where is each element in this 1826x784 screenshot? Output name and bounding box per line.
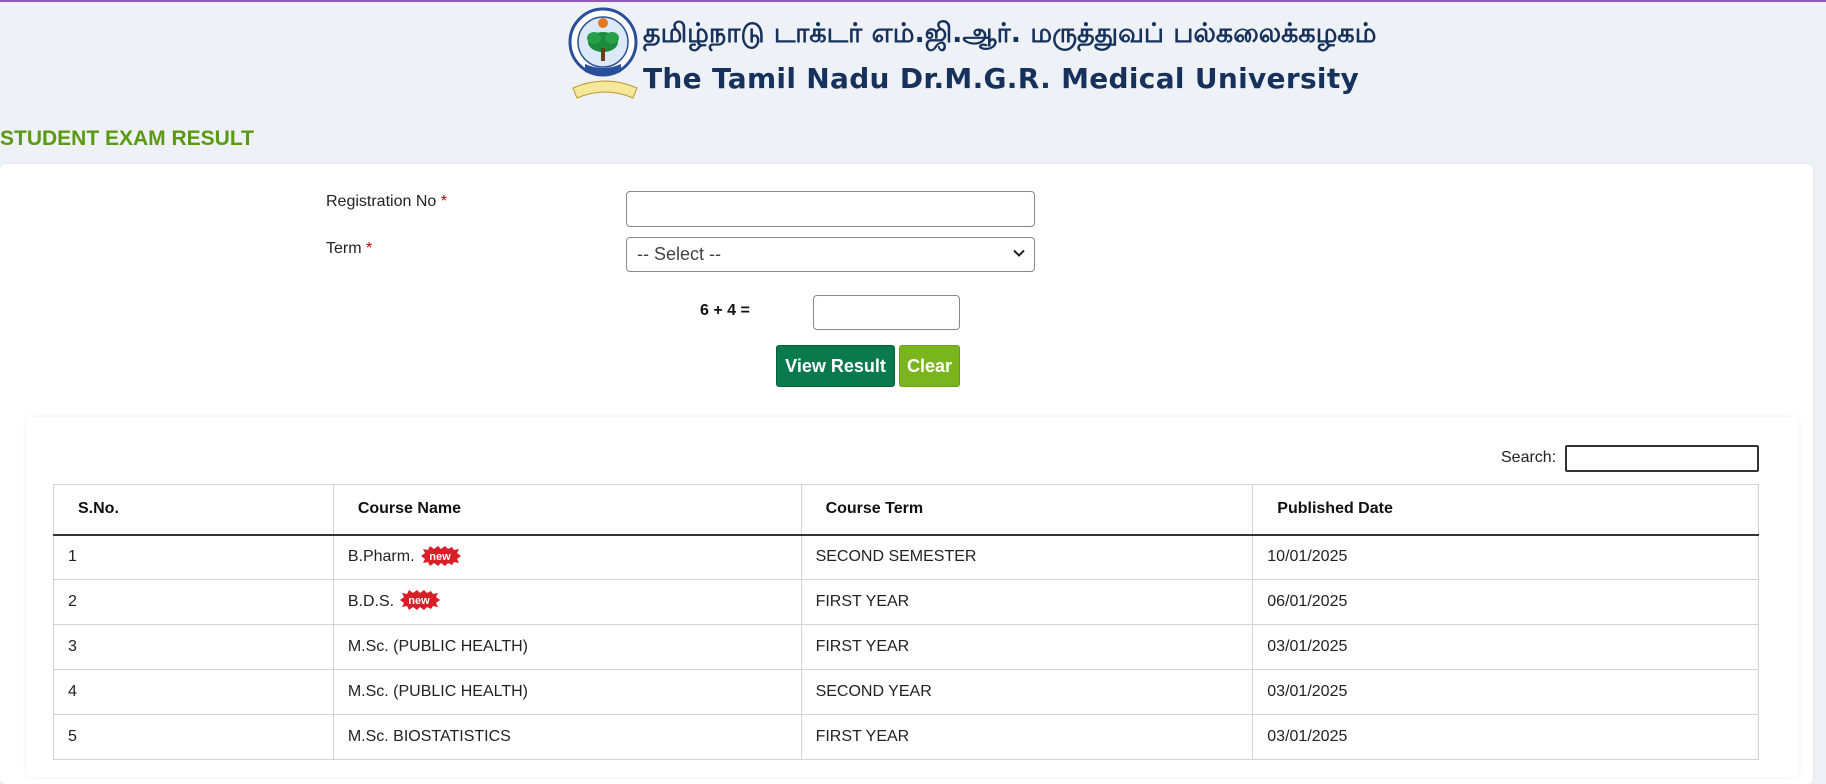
cell-course-term-text: FIRST YEAR [815, 638, 910, 655]
cell-course-term-text: SECOND YEAR [815, 683, 932, 700]
column-header-published-date[interactable]: Published Date [1252, 484, 1759, 536]
cell-published-date-text: 10/01/2025 [1267, 548, 1348, 566]
view-result-button[interactable]: View Result [776, 345, 895, 387]
cell-course-term: SECOND SEMESTER [800, 534, 1254, 580]
cell-sno: 3 [53, 624, 334, 670]
search-label: Search: [1501, 449, 1557, 466]
cell-course-name-text: M.Sc. (PUBLIC HEALTH) [347, 683, 528, 700]
cell-course-term: SECOND YEAR [800, 669, 1254, 715]
results-table-panel: Search: S.No. Course Name Course Term Pu… [26, 417, 1799, 777]
cell-course-term-text: SECOND SEMESTER [815, 548, 977, 566]
cell-sno: 2 [53, 579, 334, 625]
university-header: தமிழ்நாடு டாக்டர் எம்.ஜி.ஆர். மருத்துவப்… [565, 4, 1376, 108]
cell-course-term-text: FIRST YEAR [815, 593, 910, 610]
cell-course-name: M.Sc. (PUBLIC HEALTH) [332, 669, 802, 715]
cell-sno-text: 4 [68, 683, 77, 700]
cell-published-date-text: 06/01/2025 [1267, 593, 1348, 610]
search-input[interactable] [1565, 445, 1759, 472]
top-accent-line [0, 0, 1826, 2]
cell-published-date: 06/01/2025 [1252, 579, 1759, 625]
cell-published-date-text: 03/01/2025 [1267, 638, 1348, 655]
university-seal-icon [568, 7, 638, 99]
cell-course-name: M.Sc. (PUBLIC HEALTH) [332, 624, 802, 670]
cell-course-name: B.D.S. new [332, 579, 802, 625]
new-badge-text: new [429, 551, 451, 563]
new-badge-text: new [408, 595, 430, 607]
table-row[interactable]: 5 M.Sc. BIOSTATISTICS FIRST YEAR 03/01/2025 [53, 714, 1759, 760]
table-row[interactable]: 1 B.Pharm. new SECOND SEMESTER 10/01/2025 [53, 534, 1759, 580]
term-select[interactable]: -- Select -- [626, 237, 1035, 272]
required-marker: * [366, 240, 373, 257]
column-header-course-name[interactable]: Course Name [332, 484, 802, 536]
cell-sno: 1 [53, 534, 334, 580]
results-table-body: 1 B.Pharm. new SECOND SEMESTER 10/01/2025 2… [53, 534, 1759, 760]
table-row[interactable]: 3 M.Sc. (PUBLIC HEALTH) FIRST YEAR 03/01/20… [53, 624, 1759, 670]
table-row[interactable]: 4 M.Sc. (PUBLIC HEALTH) SECOND YEAR 03/01/2… [53, 669, 1759, 715]
cell-course-name-text: B.Pharm. [347, 548, 415, 566]
cell-course-name-text: B.D.S. [347, 593, 395, 610]
new-badge-icon: new [420, 545, 461, 566]
cell-sno: 4 [53, 669, 334, 715]
cell-sno: 5 [53, 714, 334, 760]
cell-course-name: M.Sc. BIOSTATISTICS [332, 714, 802, 760]
results-table: S.No. Course Name Course Term Published … [53, 484, 1759, 760]
captcha-question: 6 + 4 = [700, 302, 750, 319]
cell-course-term: FIRST YEAR [800, 624, 1254, 670]
table-header-row: S.No. Course Name Course Term Published … [53, 484, 1759, 536]
captcha-answer-input[interactable] [813, 295, 960, 330]
registration-label: Registration No * [326, 193, 447, 210]
cell-sno-text: 5 [68, 728, 77, 745]
cell-published-date-text: 03/01/2025 [1267, 728, 1348, 745]
column-header-course-term[interactable]: Course Term [800, 484, 1254, 536]
cell-course-name-text: M.Sc. (PUBLIC HEALTH) [347, 638, 528, 655]
column-header-sno[interactable]: S.No. [53, 484, 334, 536]
table-row[interactable]: 2 B.D.S. new FIRST YEAR 06/01/2025 [53, 579, 1759, 625]
university-title-tamil: தமிழ்நாடு டாக்டர் எம்.ஜி.ஆர். மருத்துவப்… [643, 18, 1377, 49]
clear-button[interactable]: Clear [899, 345, 960, 387]
cell-sno-text: 3 [68, 638, 77, 655]
cell-published-date: 03/01/2025 [1252, 669, 1759, 715]
chevron-down-icon [1013, 249, 1025, 257]
registration-number-input[interactable] [626, 191, 1035, 227]
new-badge-icon: new [400, 590, 441, 611]
term-label: Term * [326, 240, 373, 257]
cell-published-date: 10/01/2025 [1252, 534, 1759, 580]
cell-published-date: 03/01/2025 [1252, 714, 1759, 760]
cell-sno-text: 1 [68, 548, 77, 566]
term-select-value: -- Select -- [637, 244, 722, 264]
page-title: STUDENT EXAM RESULT [0, 127, 254, 150]
required-marker: * [440, 193, 447, 210]
cell-course-term: FIRST YEAR [800, 714, 1254, 760]
cell-course-term-text: FIRST YEAR [815, 728, 910, 745]
cell-course-term: FIRST YEAR [800, 579, 1254, 625]
cell-course-name-text: M.Sc. BIOSTATISTICS [347, 728, 511, 745]
cell-published-date: 03/01/2025 [1252, 624, 1759, 670]
cell-sno-text: 2 [68, 593, 77, 610]
cell-published-date-text: 03/01/2025 [1267, 683, 1348, 700]
university-title-english: The Tamil Nadu Dr.M.G.R. Medical Univers… [643, 62, 1360, 95]
cell-course-name: B.Pharm. new [332, 534, 802, 580]
